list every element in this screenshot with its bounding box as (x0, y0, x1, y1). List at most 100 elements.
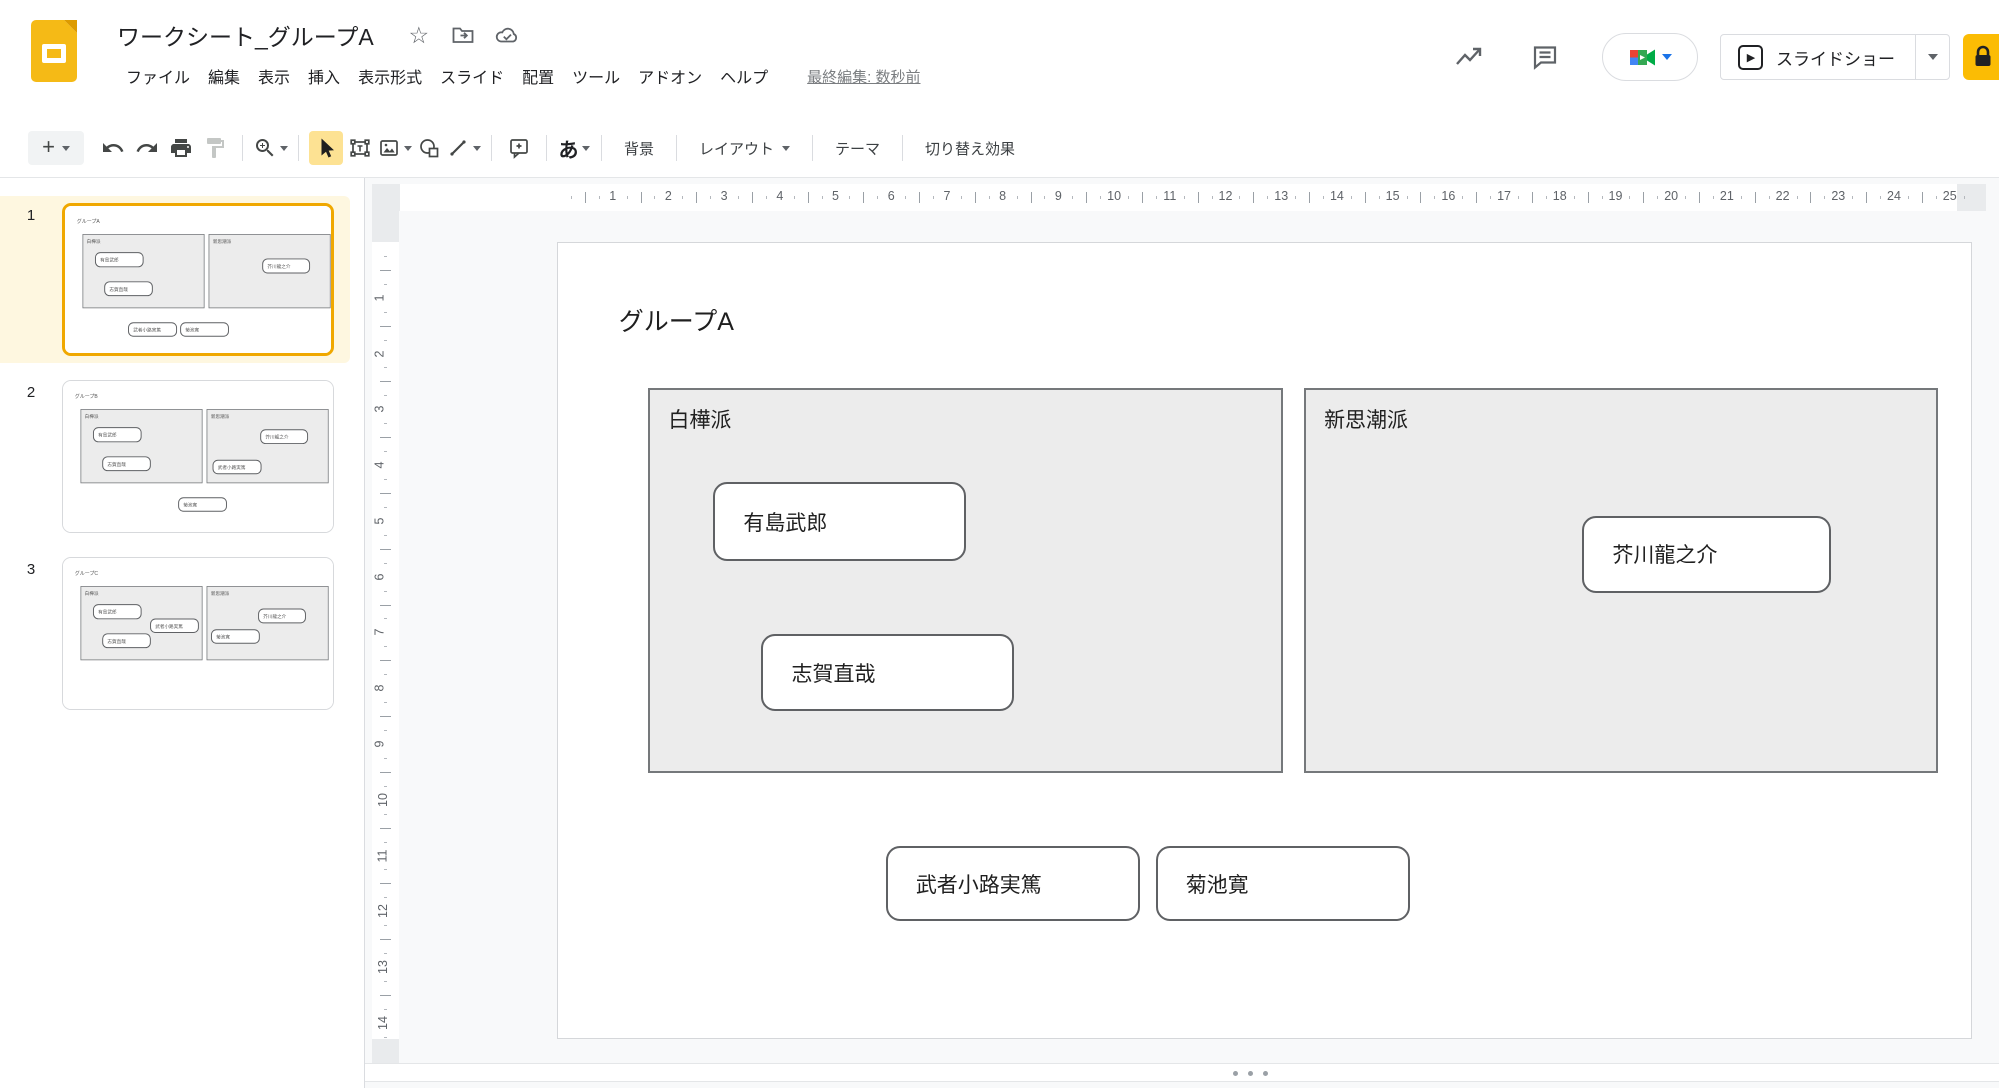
move-to-folder-button[interactable] (446, 20, 480, 50)
thumbnail-row-3: 3グループC白樺派新思潮派有島武郎武者小路実篤志賀直哉芥川龍之介菊池寛 (0, 550, 350, 717)
undo-button[interactable] (96, 131, 130, 165)
folder-move-icon (451, 23, 475, 47)
slide-group-title[interactable]: グループC (75, 569, 98, 576)
menu-item-0[interactable]: ファイル (117, 60, 199, 92)
slides-logo-icon[interactable] (31, 20, 77, 82)
insert-line-button[interactable] (446, 131, 481, 165)
star-button[interactable]: ☆ (402, 20, 436, 50)
v-ruler-label: 10 (376, 793, 390, 807)
slide-thumbnail-3[interactable]: グループC 白樺派新思潮派有島武郎武者小路実篤志賀直哉 芥川龍之介菊池寛 (62, 557, 334, 710)
activity-dashboard-button[interactable] (1454, 42, 1484, 72)
menu-item-2[interactable]: 表示 (249, 60, 299, 92)
slides-logo-inner (42, 44, 66, 63)
h-ruler-label: 3 (721, 189, 728, 203)
text-box-icon (348, 136, 372, 160)
google-slides-app: ワークシート_グループA ☆ ファイル編集表示挿入表示形式 (0, 0, 1999, 1088)
h-ruler-label: 13 (1274, 189, 1288, 203)
meet-join-button[interactable] (1602, 33, 1698, 81)
author-chip[interactable]: 芥川龍之介 (262, 259, 310, 274)
h-ruler-label: 23 (1831, 189, 1845, 203)
v-ruler-label: 4 (372, 462, 386, 469)
background-button[interactable]: 背景 (612, 131, 666, 165)
toolbar-separator (902, 135, 903, 161)
toolbar: + (0, 119, 1999, 178)
speaker-notes-splitter[interactable] (365, 1063, 1999, 1082)
slide-group-title[interactable]: グループB (75, 392, 98, 399)
author-chip[interactable]: 武者小路実篤 (886, 846, 1140, 921)
h-ruler-label: 20 (1664, 189, 1678, 203)
menu-item-4[interactable]: 表示形式 (349, 60, 431, 92)
faction-label: 白樺派 (81, 587, 202, 596)
h-ruler-label: 2 (665, 189, 672, 203)
redo-button[interactable] (130, 131, 164, 165)
main-slide-canvas[interactable]: グループA白樺派新思潮派有島武郎志賀直哉芥川龍之介武者小路実篤菊池寛 (557, 242, 1972, 1039)
author-chip[interactable]: 有島武郎 (93, 427, 142, 442)
menu-item-7[interactable]: ツール (563, 60, 629, 92)
transition-button[interactable]: 切り替え効果 (913, 131, 1027, 165)
menu-item-1[interactable]: 編集 (199, 60, 249, 92)
author-chip[interactable]: 芥川龍之介 (1582, 516, 1831, 593)
author-chip[interactable]: 菊池寛 (1156, 846, 1410, 921)
menu-item-6[interactable]: 配置 (513, 60, 563, 92)
text-box-button[interactable] (343, 131, 377, 165)
author-chip[interactable]: 志賀直哉 (102, 456, 151, 471)
print-button[interactable] (164, 131, 198, 165)
h-ruler-label: 17 (1497, 189, 1511, 203)
last-edit-link[interactable]: 最終編集: 数秒前 (807, 66, 920, 87)
layout-button[interactable]: レイアウト (687, 131, 802, 165)
faction-label: 新思潮派 (207, 410, 328, 419)
zoom-button[interactable] (253, 131, 288, 165)
author-chip[interactable]: 芥川龍之介 (258, 609, 306, 624)
author-chip[interactable]: 菊池寛 (180, 322, 229, 336)
v-ruler-label: 6 (372, 573, 386, 580)
text-style-button[interactable]: あ (557, 131, 591, 165)
cloud-status-button[interactable] (490, 20, 524, 50)
menu-item-9[interactable]: ヘルプ (711, 60, 777, 92)
author-chip[interactable]: 武者小路実篤 (128, 322, 177, 336)
slide-thumbnail-1[interactable]: グループA白樺派新思潮派有島武郎志賀直哉芥川龍之介武者小路実篤菊池寛 (62, 203, 334, 356)
document-title[interactable]: ワークシート_グループA (117, 18, 374, 52)
author-chip[interactable]: 武者小路実篤 (150, 619, 199, 633)
share-button[interactable] (1963, 34, 1999, 80)
author-chip[interactable]: 菊池寛 (211, 629, 260, 643)
toolbar-separator (546, 135, 547, 161)
header-main: ワークシート_グループA ☆ ファイル編集表示挿入表示形式 (117, 0, 921, 92)
faction-label: 新思潮派 (207, 587, 328, 596)
paint-format-button[interactable] (198, 131, 232, 165)
slideshow-dropdown[interactable] (1915, 35, 1949, 79)
author-chip[interactable]: 有島武郎 (713, 482, 966, 561)
h-ruler-label: 10 (1107, 189, 1121, 203)
select-tool-button[interactable] (309, 131, 343, 165)
slideshow-play-icon: ▶ (1738, 45, 1763, 70)
slide-group-title[interactable]: グループA (77, 217, 100, 224)
faction-box[interactable]: 白樺派 (648, 388, 1282, 773)
slideshow-main[interactable]: ▶ スライドショー (1721, 35, 1915, 79)
faction-box[interactable]: 白樺派 (82, 234, 204, 308)
insert-shape-button[interactable] (412, 131, 446, 165)
slide-thumbnail-2[interactable]: グループB 白樺派新思潮派有島武郎志賀直哉 芥川龍之介武者小路実篤菊池寛 (62, 380, 334, 533)
insert-comment-button[interactable] (502, 131, 536, 165)
v-ruler-label: 11 (375, 849, 389, 862)
vertical-ruler: 1234567891011121314 (372, 211, 399, 1063)
author-chip[interactable]: 菊池寛 (178, 497, 227, 511)
author-chip[interactable]: 志賀直哉 (102, 633, 151, 648)
slide-group-title[interactable]: グループA (619, 302, 734, 338)
menu-item-8[interactable]: アドオン (629, 60, 711, 92)
author-chip[interactable]: 志賀直哉 (104, 281, 153, 296)
menu-item-3[interactable]: 挿入 (299, 60, 349, 92)
comments-button[interactable] (1530, 42, 1560, 72)
faction-box[interactable]: 白樺派 (80, 409, 202, 483)
author-chip[interactable]: 有島武郎 (93, 604, 142, 619)
author-chip[interactable]: 芥川龍之介 (260, 429, 308, 444)
author-chip[interactable]: 武者小路実篤 (213, 460, 262, 474)
new-slide-button[interactable]: + (28, 131, 84, 165)
h-ruler-label: 15 (1386, 189, 1400, 203)
author-chip[interactable]: 有島武郎 (95, 252, 144, 267)
insert-image-button[interactable] (377, 131, 412, 165)
menu-item-5[interactable]: スライド (431, 60, 513, 92)
splitter-drag-handle-icon[interactable] (1233, 1071, 1268, 1076)
new-slide-dropdown-arrow (62, 146, 70, 151)
slideshow-button[interactable]: ▶ スライドショー (1720, 34, 1950, 80)
author-chip[interactable]: 志賀直哉 (761, 634, 1014, 711)
theme-button[interactable]: テーマ (823, 131, 892, 165)
